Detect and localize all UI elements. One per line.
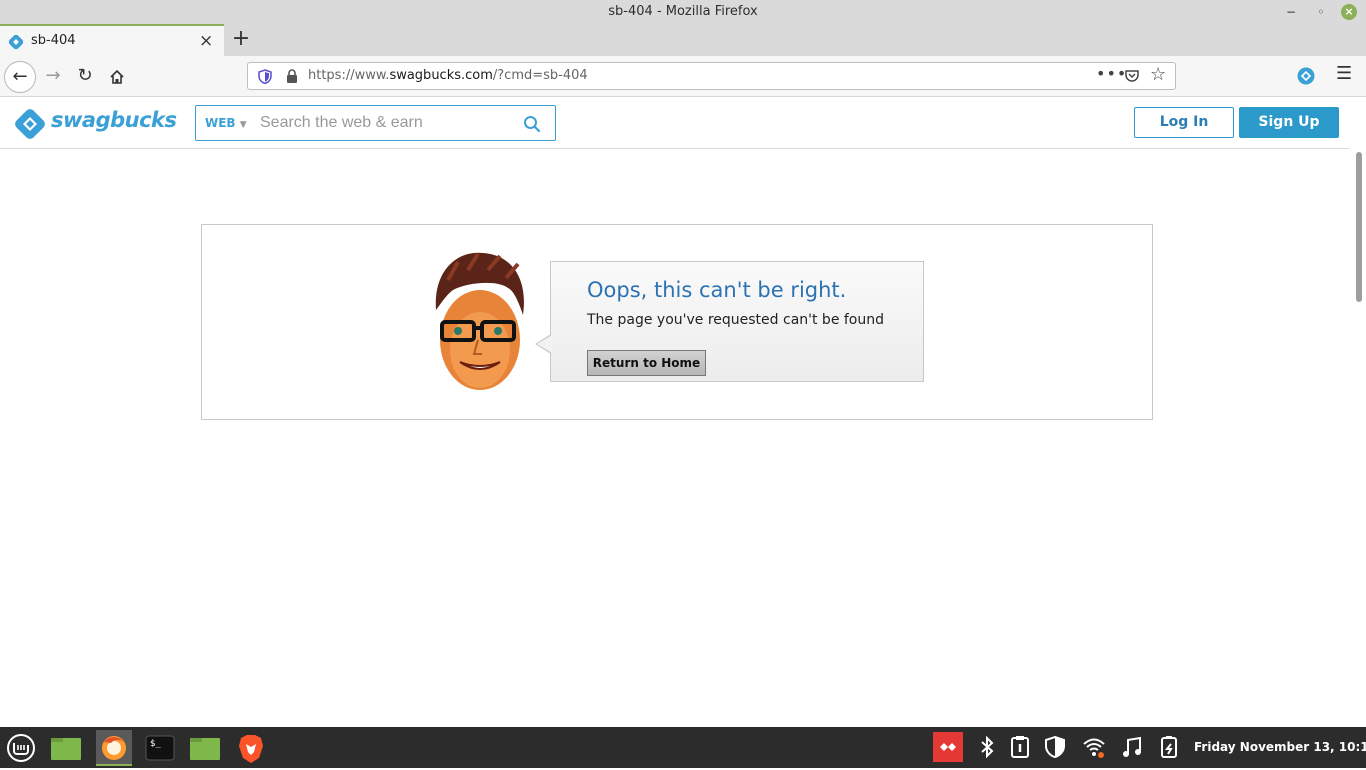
search-scope-dropdown[interactable]: WEB ▼: [205, 116, 247, 130]
signup-button[interactable]: Sign Up: [1239, 107, 1339, 138]
logo-text: swagbucks: [51, 108, 177, 132]
page-scrollbar[interactable]: [1351, 150, 1366, 727]
scrollbar-thumb[interactable]: [1356, 152, 1362, 302]
close-window-button[interactable]: ×: [1341, 4, 1357, 20]
speech-bubble: Oops, this can't be right. The page you'…: [535, 261, 924, 382]
anydesk-tray-icon[interactable]: [933, 732, 963, 762]
swagbucks-logo-icon: [15, 109, 45, 139]
caret-down-icon: ▼: [239, 120, 247, 130]
new-tab-button[interactable]: +: [231, 26, 251, 51]
taskbar-firefox-button[interactable]: [96, 730, 132, 766]
mint-menu-button[interactable]: [3, 730, 39, 766]
taskbar-clock[interactable]: Friday November 13, 10:17: [1194, 740, 1366, 754]
navigation-toolbar: ← → ↻ https://www.swagbucks.com/?cmd=sb-…: [0, 56, 1366, 97]
address-bar[interactable]: https://www.swagbucks.com/?cmd=sb-404 ••…: [247, 62, 1176, 90]
wifi-icon[interactable]: [1082, 735, 1106, 759]
taskbar-brave-button[interactable]: [233, 730, 269, 766]
folder-icon: [51, 738, 81, 760]
home-icon: [110, 69, 124, 84]
taskbar-files-button[interactable]: [48, 730, 84, 766]
taskbar-terminal-button[interactable]: $_: [142, 730, 178, 766]
url-domain: swagbucks.com: [389, 68, 493, 83]
svg-text:$_: $_: [150, 739, 161, 749]
url-prefix: https://www.: [308, 68, 390, 83]
bluetooth-icon[interactable]: [975, 735, 999, 759]
minimize-window-button[interactable]: −: [1282, 3, 1300, 21]
music-note-icon[interactable]: [1120, 735, 1144, 759]
battery-icon[interactable]: [1158, 735, 1182, 759]
firefox-icon: [102, 736, 126, 760]
update-shield-icon[interactable]: [1043, 735, 1067, 759]
anydesk-icon: [940, 743, 956, 751]
pocket-icon[interactable]: [1124, 68, 1140, 84]
tracking-protection-shield-icon[interactable]: [258, 69, 272, 84]
error-message: The page you've requested can't be found: [587, 312, 885, 328]
brave-lion-icon: [239, 735, 263, 763]
taskbar-folder-button[interactable]: [187, 730, 223, 766]
home-button[interactable]: [102, 62, 132, 92]
swagbucks-favicon-icon: [9, 35, 23, 49]
maximize-window-button[interactable]: ◦: [1312, 3, 1330, 21]
search-input[interactable]: [260, 111, 510, 135]
forward-button[interactable]: →: [38, 62, 68, 92]
search-box: WEB ▼: [195, 105, 556, 141]
error-panel: Oops, this can't be right. The page you'…: [201, 224, 1153, 420]
tab-bar: sb-404 × +: [0, 24, 1366, 56]
search-icon[interactable]: [523, 115, 541, 133]
speech-bubble-tail-inner: [537, 335, 552, 353]
lock-icon[interactable]: [286, 69, 298, 83]
url-text[interactable]: https://www.swagbucks.com/?cmd=sb-404: [308, 68, 588, 83]
window-title: sb-404 - Mozilla Firefox: [608, 4, 758, 19]
hamburger-menu-icon[interactable]: ☰: [1336, 63, 1352, 84]
folder-icon: [190, 738, 220, 760]
back-button[interactable]: ←: [4, 61, 36, 93]
login-button[interactable]: Log In: [1134, 107, 1234, 138]
reload-button[interactable]: ↻: [70, 62, 100, 92]
close-tab-icon[interactable]: ×: [199, 31, 213, 51]
tab-title: sb-404: [31, 33, 76, 48]
linux-mint-icon: [7, 734, 35, 762]
mascot-face-illustration: [435, 252, 524, 390]
bookmark-star-icon[interactable]: ☆: [1150, 64, 1166, 85]
page-actions-more-icon[interactable]: •••: [1096, 64, 1127, 83]
return-to-home-button[interactable]: Return to Home: [587, 350, 706, 376]
site-header: swagbucks WEB ▼ Log In Sign Up: [0, 97, 1350, 149]
search-scope-label: WEB: [205, 116, 236, 130]
tab-sb-404[interactable]: sb-404 ×: [0, 24, 224, 56]
page-content: swagbucks WEB ▼ Log In Sign Up Oops, thi…: [0, 97, 1366, 727]
terminal-icon: $_: [145, 735, 175, 761]
clipboard-icon[interactable]: [1008, 735, 1032, 759]
swagbucks-extension-icon[interactable]: [1297, 67, 1315, 85]
url-path: /?cmd=sb-404: [492, 68, 588, 83]
swagbucks-logo[interactable]: swagbucks: [13, 107, 177, 141]
window-titlebar: sb-404 - Mozilla Firefox − ◦ ×: [0, 0, 1366, 24]
taskbar: $_ Friday November 13, 10:17: [0, 727, 1366, 768]
error-title: Oops, this can't be right.: [587, 278, 847, 302]
